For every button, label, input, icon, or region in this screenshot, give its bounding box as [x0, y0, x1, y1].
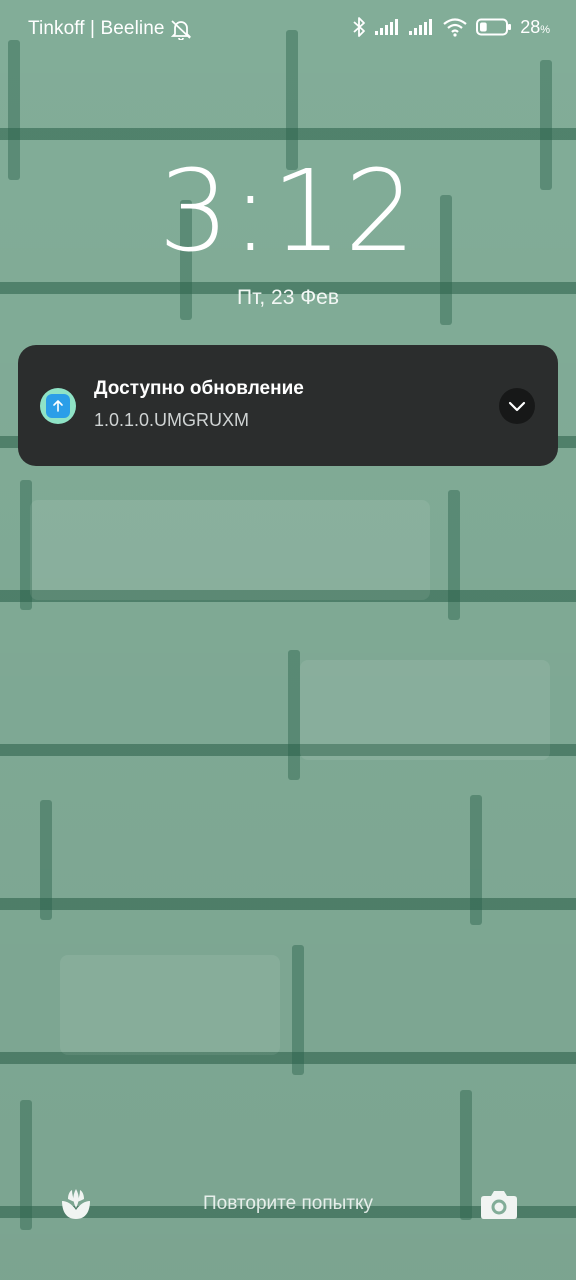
status-bar: Tinkoff | Beeline 28% [0, 0, 576, 60]
brick-mortar [40, 800, 52, 920]
alarm-off-icon [170, 20, 191, 40]
lockscreen-clock: 3:12 [158, 147, 418, 277]
app-update-icon-inner [46, 394, 70, 418]
camera-shortcut-button[interactable] [480, 1186, 518, 1222]
wifi-icon [443, 18, 467, 37]
status-icons: 28% [352, 16, 550, 38]
battery-icon [476, 18, 512, 36]
notification-body: 1.0.1.0.UMGRUXM [94, 410, 250, 430]
battery-unit: % [540, 23, 550, 36]
carrier-label: Tinkoff | Beeline [28, 18, 165, 39]
brick-mortar [288, 650, 300, 780]
lockscreen-date: Пт, 23 Фев [236, 286, 340, 309]
bluetooth-icon [353, 17, 366, 37]
brick-highlight [60, 955, 280, 1055]
battery-percent: 28% [520, 17, 550, 38]
arrow-up-icon [53, 400, 63, 412]
notification-title: Доступно обновление [94, 378, 304, 399]
chevron-down-icon [508, 401, 526, 412]
brick-mortar [470, 795, 482, 925]
signal-icon [375, 19, 399, 35]
camera-icon [481, 1191, 517, 1219]
battery-value: 28 [520, 16, 541, 37]
expand-notification-button[interactable] [499, 388, 535, 424]
carrier-label-group: Tinkoff | Beeline [28, 18, 193, 40]
update-notification[interactable]: Доступно обновление 1.0.1.0.UMGRUXM [18, 345, 558, 466]
signal-icon [409, 19, 433, 35]
brick-mortar [292, 945, 304, 1075]
brick-highlight [300, 660, 550, 760]
brick-highlight [30, 500, 430, 600]
app-update-icon [40, 388, 76, 424]
brick-mortar [448, 490, 460, 620]
